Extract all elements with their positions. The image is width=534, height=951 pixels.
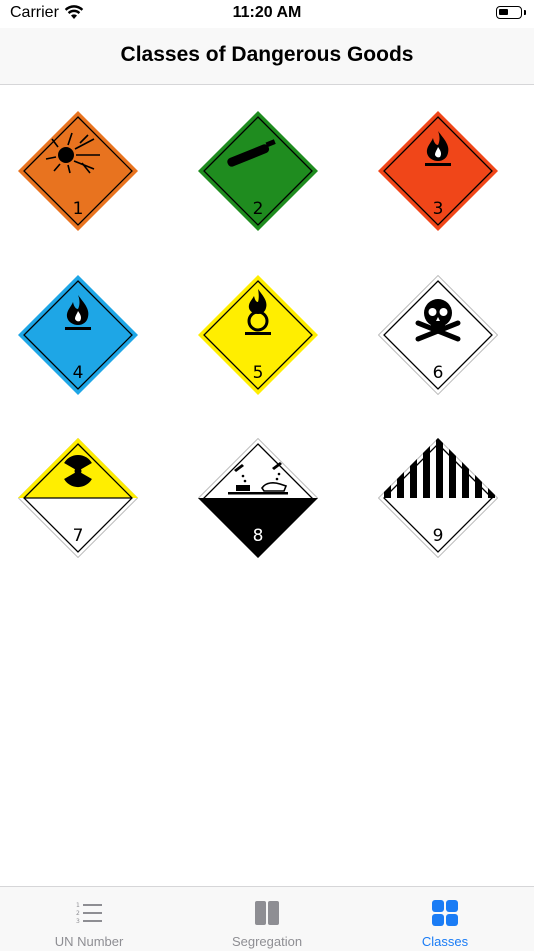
tab-un-number[interactable]: 1 2 3 UN Number: [0, 887, 178, 951]
class-4-placard[interactable]: 4: [18, 275, 138, 395]
numbered-list-icon: 1 2 3: [75, 899, 103, 927]
class-8-placard[interactable]: 8: [198, 438, 318, 558]
class-5-placard[interactable]: 5: [198, 275, 318, 395]
class-number: 4: [73, 363, 84, 383]
tab-segregation[interactable]: Segregation: [178, 887, 356, 951]
battery-icon: [496, 6, 526, 19]
class-2-placard[interactable]: 2: [198, 111, 318, 231]
svg-text:2: 2: [76, 910, 80, 917]
class-7-placard[interactable]: 7: [18, 438, 138, 558]
class-number: 8: [253, 526, 264, 546]
class-number: 7: [73, 526, 84, 546]
class-number: 5: [253, 363, 264, 383]
columns-icon: [253, 899, 281, 927]
status-time: 11:20 AM: [232, 4, 302, 21]
tab-label: Classes: [421, 934, 469, 949]
svg-text:1: 1: [76, 902, 80, 909]
navigation-bar: Classes of Dangerous Goods: [0, 28, 534, 85]
grid-icon: [431, 899, 459, 927]
status-bar: Carrier 11:20 AM: [0, 0, 534, 28]
tab-label: Segregation: [231, 934, 303, 949]
stripes-icon: [384, 438, 495, 498]
tab-classes[interactable]: Classes: [356, 887, 534, 951]
class-number: 6: [433, 363, 444, 383]
class-6-placard[interactable]: 6: [378, 275, 498, 395]
page-title: Classes of Dangerous Goods: [120, 43, 414, 66]
tab-label: UN Number: [54, 934, 124, 949]
class-number: 9: [433, 526, 444, 546]
class-9-placard[interactable]: 9: [378, 438, 498, 558]
svg-text:3: 3: [76, 918, 80, 925]
class-3-placard[interactable]: 3: [378, 111, 498, 231]
class-number: 1: [73, 199, 84, 219]
class-number: 2: [253, 199, 264, 219]
class-number: 3: [433, 199, 444, 219]
class-1-placard[interactable]: 1: [18, 111, 138, 231]
tab-bar: 1 2 3 UN Number Segregation Classes: [0, 886, 534, 951]
